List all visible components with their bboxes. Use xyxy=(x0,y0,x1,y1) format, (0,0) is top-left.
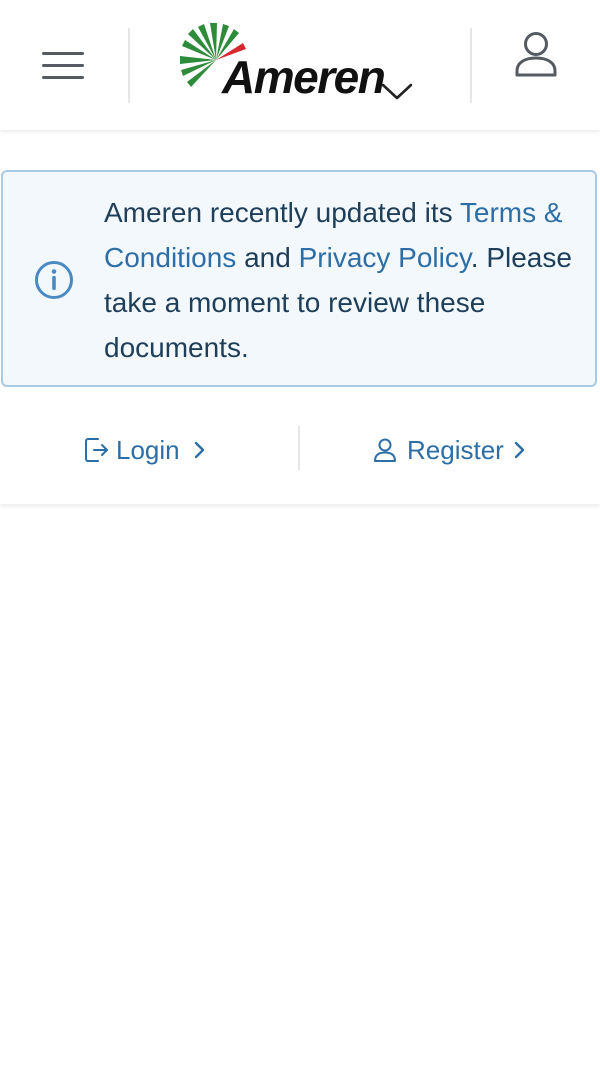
info-icon xyxy=(35,261,73,299)
login-label: Login xyxy=(116,434,180,465)
auth-divider xyxy=(298,426,300,470)
chevron-right-icon xyxy=(514,441,525,459)
privacy-policy-link[interactable]: Privacy Policy xyxy=(299,242,471,273)
user-account-icon[interactable] xyxy=(512,30,560,78)
chevron-down-icon[interactable] xyxy=(380,80,414,102)
notice-text-part-2: and xyxy=(236,242,299,273)
header-divider-right xyxy=(470,28,472,103)
login-icon xyxy=(85,438,108,462)
auth-bar: Login Register xyxy=(0,400,600,504)
ameren-logo[interactable]: Ameren xyxy=(176,20,386,104)
register-label: Register xyxy=(407,434,504,465)
terms-update-notice: Ameren recently updated its Terms & Cond… xyxy=(1,170,597,387)
chevron-right-icon xyxy=(194,441,204,459)
register-user-icon xyxy=(374,438,396,462)
hamburger-menu-icon[interactable] xyxy=(42,50,86,82)
app-header: Ameren xyxy=(0,0,600,130)
login-button[interactable]: Login xyxy=(84,430,208,470)
header-divider-left xyxy=(128,28,130,103)
notice-message: Ameren recently updated its Terms & Cond… xyxy=(104,190,574,370)
logo-wordmark: Ameren xyxy=(222,51,386,103)
register-button[interactable]: Register xyxy=(372,430,528,470)
notice-text-part-1: Ameren recently updated its xyxy=(104,197,460,228)
